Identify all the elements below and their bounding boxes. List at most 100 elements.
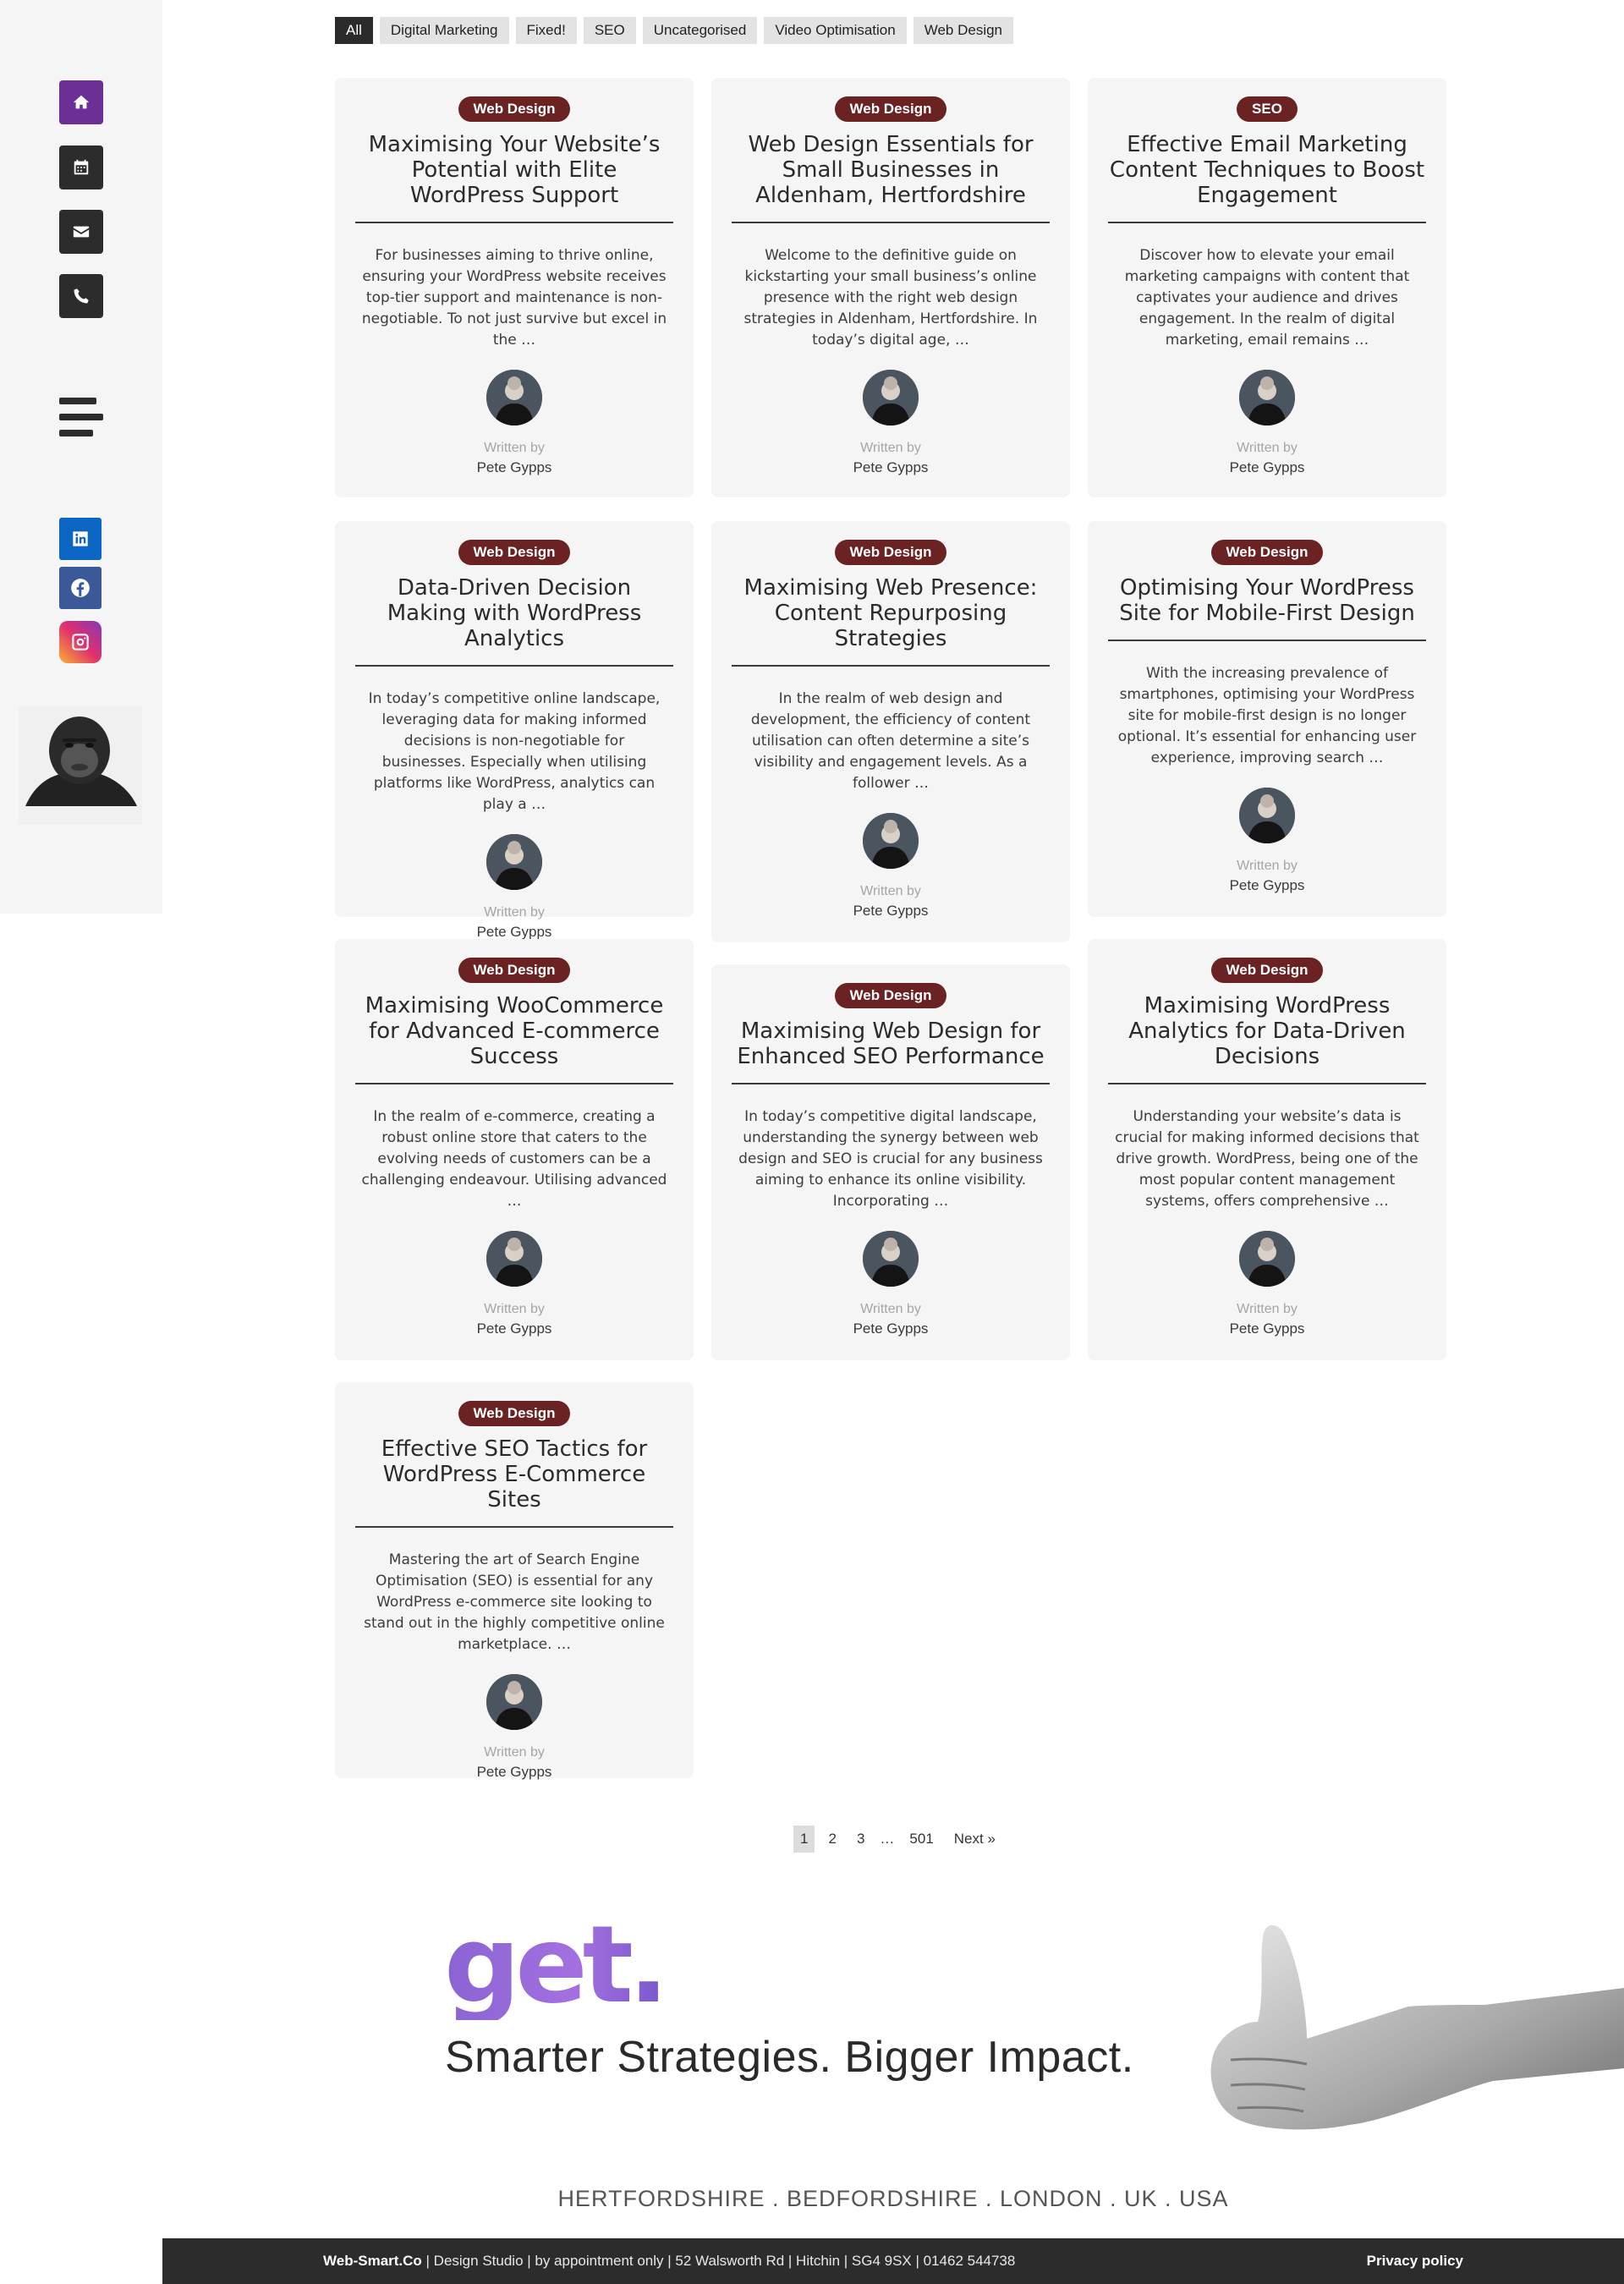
footer-details: | Design Studio | by appointment only | … <box>421 2253 1016 2269</box>
written-by-label: Written by <box>1237 859 1298 873</box>
author-name: Pete Gypps <box>476 1764 552 1780</box>
sidebar <box>0 0 162 914</box>
post-card[interactable]: Web Design Maximising Your Website’s Pote… <box>335 78 694 497</box>
gorilla-mascot-image <box>19 706 142 825</box>
post-excerpt: In today’s competitive digital landscape… <box>738 1108 1043 1210</box>
author-name: Pete Gypps <box>1229 459 1305 475</box>
post-title[interactable]: Web Design Essentials for Small Business… <box>732 132 1050 208</box>
page-link-3[interactable]: 3 <box>850 1826 871 1853</box>
post-title[interactable]: Maximising Your Website’s Potential with… <box>355 132 673 208</box>
author-name: Pete Gypps <box>853 1320 929 1337</box>
linkedin-icon <box>73 531 88 546</box>
filter-uncategorised[interactable]: Uncategorised <box>642 17 758 44</box>
author-name: Pete Gypps <box>476 924 552 940</box>
written-by-label: Written by <box>860 884 921 898</box>
post-title[interactable]: Effective SEO Tactics for WordPress E-Co… <box>355 1436 673 1513</box>
category-badge[interactable]: Web Design <box>458 540 571 565</box>
post-excerpt: For businesses aiming to thrive online, … <box>361 247 667 349</box>
calendar-icon <box>74 159 89 175</box>
menu-toggle-button[interactable] <box>59 398 103 436</box>
next-page-link[interactable]: Next » <box>947 1826 1002 1853</box>
written-by-label: Written by <box>484 1745 545 1760</box>
post-title[interactable]: Maximising Web Design for Enhanced SEO P… <box>732 1018 1050 1069</box>
post-card[interactable]: Web Design Maximising WordPress Analytics… <box>1088 939 1446 1360</box>
pagination-ellipsis: … <box>880 1831 895 1847</box>
title-divider <box>355 665 673 667</box>
post-title[interactable]: Effective Email Marketing Content Techni… <box>1108 132 1426 208</box>
title-divider <box>355 1526 673 1528</box>
facebook-icon <box>71 579 90 597</box>
filter-video-optimisation[interactable]: Video Optimisation <box>764 17 907 44</box>
post-excerpt: In today’s competitive online landscape,… <box>368 690 661 813</box>
author-avatar <box>1239 1231 1295 1287</box>
post-card[interactable]: Web Design Maximising WooCommerce for Adv… <box>335 939 694 1360</box>
filter-digital-marketing[interactable]: Digital Marketing <box>379 17 509 44</box>
category-badge[interactable]: Web Design <box>834 540 947 565</box>
home-icon <box>73 95 90 109</box>
page-link-1[interactable]: 1 <box>793 1826 815 1853</box>
regions-list: HERTFORDSHIRE . BEDFORDSHIRE . LONDON . … <box>557 2186 1229 2211</box>
filter-web-design[interactable]: Web Design <box>913 17 1014 44</box>
title-divider <box>355 1083 673 1084</box>
post-card[interactable]: Web Design Effective SEO Tactics for Word… <box>335 1382 694 1780</box>
written-by-label: Written by <box>860 441 921 455</box>
linkedin-link[interactable] <box>59 518 102 560</box>
instagram-link[interactable] <box>59 621 102 663</box>
title-divider <box>1108 1083 1426 1084</box>
post-card[interactable]: Web Design Web Design Essentials for Smal… <box>711 78 1070 497</box>
post-title[interactable]: Data-Driven Decision Making with WordPre… <box>355 575 673 651</box>
filter-seo[interactable]: SEO <box>583 17 636 44</box>
post-card[interactable]: Web Design Maximising Web Design for Enha… <box>711 964 1070 1360</box>
category-badge[interactable]: Web Design <box>458 958 571 983</box>
post-title[interactable]: Optimising Your WordPress Site for Mobil… <box>1108 575 1426 626</box>
category-badge[interactable]: SEO <box>1237 96 1298 122</box>
post-card[interactable]: Web Design Optimising Your WordPress Site… <box>1088 521 1446 917</box>
author-name: Pete Gypps <box>853 903 929 919</box>
author-name: Pete Gypps <box>1229 877 1305 893</box>
phone-icon <box>74 288 89 304</box>
author-name: Pete Gypps <box>853 459 929 475</box>
written-by-label: Written by <box>484 905 545 920</box>
category-badge[interactable]: Web Design <box>458 96 571 122</box>
footer-brand[interactable]: Web-Smart.Co <box>323 2253 422 2269</box>
email-button[interactable] <box>59 210 103 254</box>
post-card[interactable]: SEO Effective Email Marketing Content Tec… <box>1088 78 1446 497</box>
post-title[interactable]: Maximising Web Presence: Content Repurpo… <box>732 575 1050 651</box>
title-divider <box>1108 222 1426 223</box>
post-excerpt: Understanding your website’s data is cru… <box>1115 1108 1419 1210</box>
category-badge[interactable]: Web Design <box>1210 540 1324 565</box>
filter-all[interactable]: All <box>335 17 373 44</box>
title-divider <box>355 222 673 223</box>
post-card[interactable]: Web Design Maximising Web Presence: Conte… <box>711 521 1070 942</box>
post-excerpt: With the increasing prevalence of smartp… <box>1117 665 1417 766</box>
title-divider <box>732 665 1050 667</box>
category-badge[interactable]: Web Design <box>1210 958 1324 983</box>
home-button[interactable] <box>59 80 103 124</box>
filter-fixed[interactable]: Fixed! <box>515 17 577 44</box>
page-link-last[interactable]: 501 <box>903 1826 940 1853</box>
author-name: Pete Gypps <box>476 1320 552 1337</box>
thumbs-up-hand-image <box>1210 1924 1624 2130</box>
post-card[interactable]: Web Design Data-Driven Decision Making wi… <box>335 521 694 940</box>
category-badge[interactable]: Web Design <box>834 983 947 1008</box>
author-avatar <box>1239 370 1295 426</box>
written-by-label: Written by <box>484 1302 545 1316</box>
privacy-policy-link[interactable]: Privacy policy <box>1367 2253 1463 2270</box>
banner-get-word: get. <box>444 1902 669 2027</box>
category-filter-bar: All Digital Marketing Fixed! SEO Uncategoris… <box>335 17 1014 44</box>
category-badge[interactable]: Web Design <box>458 1401 571 1426</box>
facebook-link[interactable] <box>59 567 102 609</box>
calendar-button[interactable] <box>59 145 103 189</box>
post-title[interactable]: Maximising WordPress Analytics for Data-… <box>1108 993 1426 1069</box>
written-by-label: Written by <box>1237 1302 1298 1316</box>
written-by-label: Written by <box>1237 441 1298 455</box>
written-by-label: Written by <box>860 1302 921 1316</box>
post-excerpt: In the realm of e-commerce, creating a r… <box>361 1108 667 1210</box>
page-link-2[interactable]: 2 <box>821 1826 842 1853</box>
author-name: Pete Gypps <box>1229 1320 1305 1337</box>
author-avatar <box>486 1231 542 1287</box>
phone-button[interactable] <box>59 274 103 318</box>
author-avatar <box>863 813 919 869</box>
category-badge[interactable]: Web Design <box>834 96 947 122</box>
post-title[interactable]: Maximising WooCommerce for Advanced E-co… <box>355 993 673 1069</box>
